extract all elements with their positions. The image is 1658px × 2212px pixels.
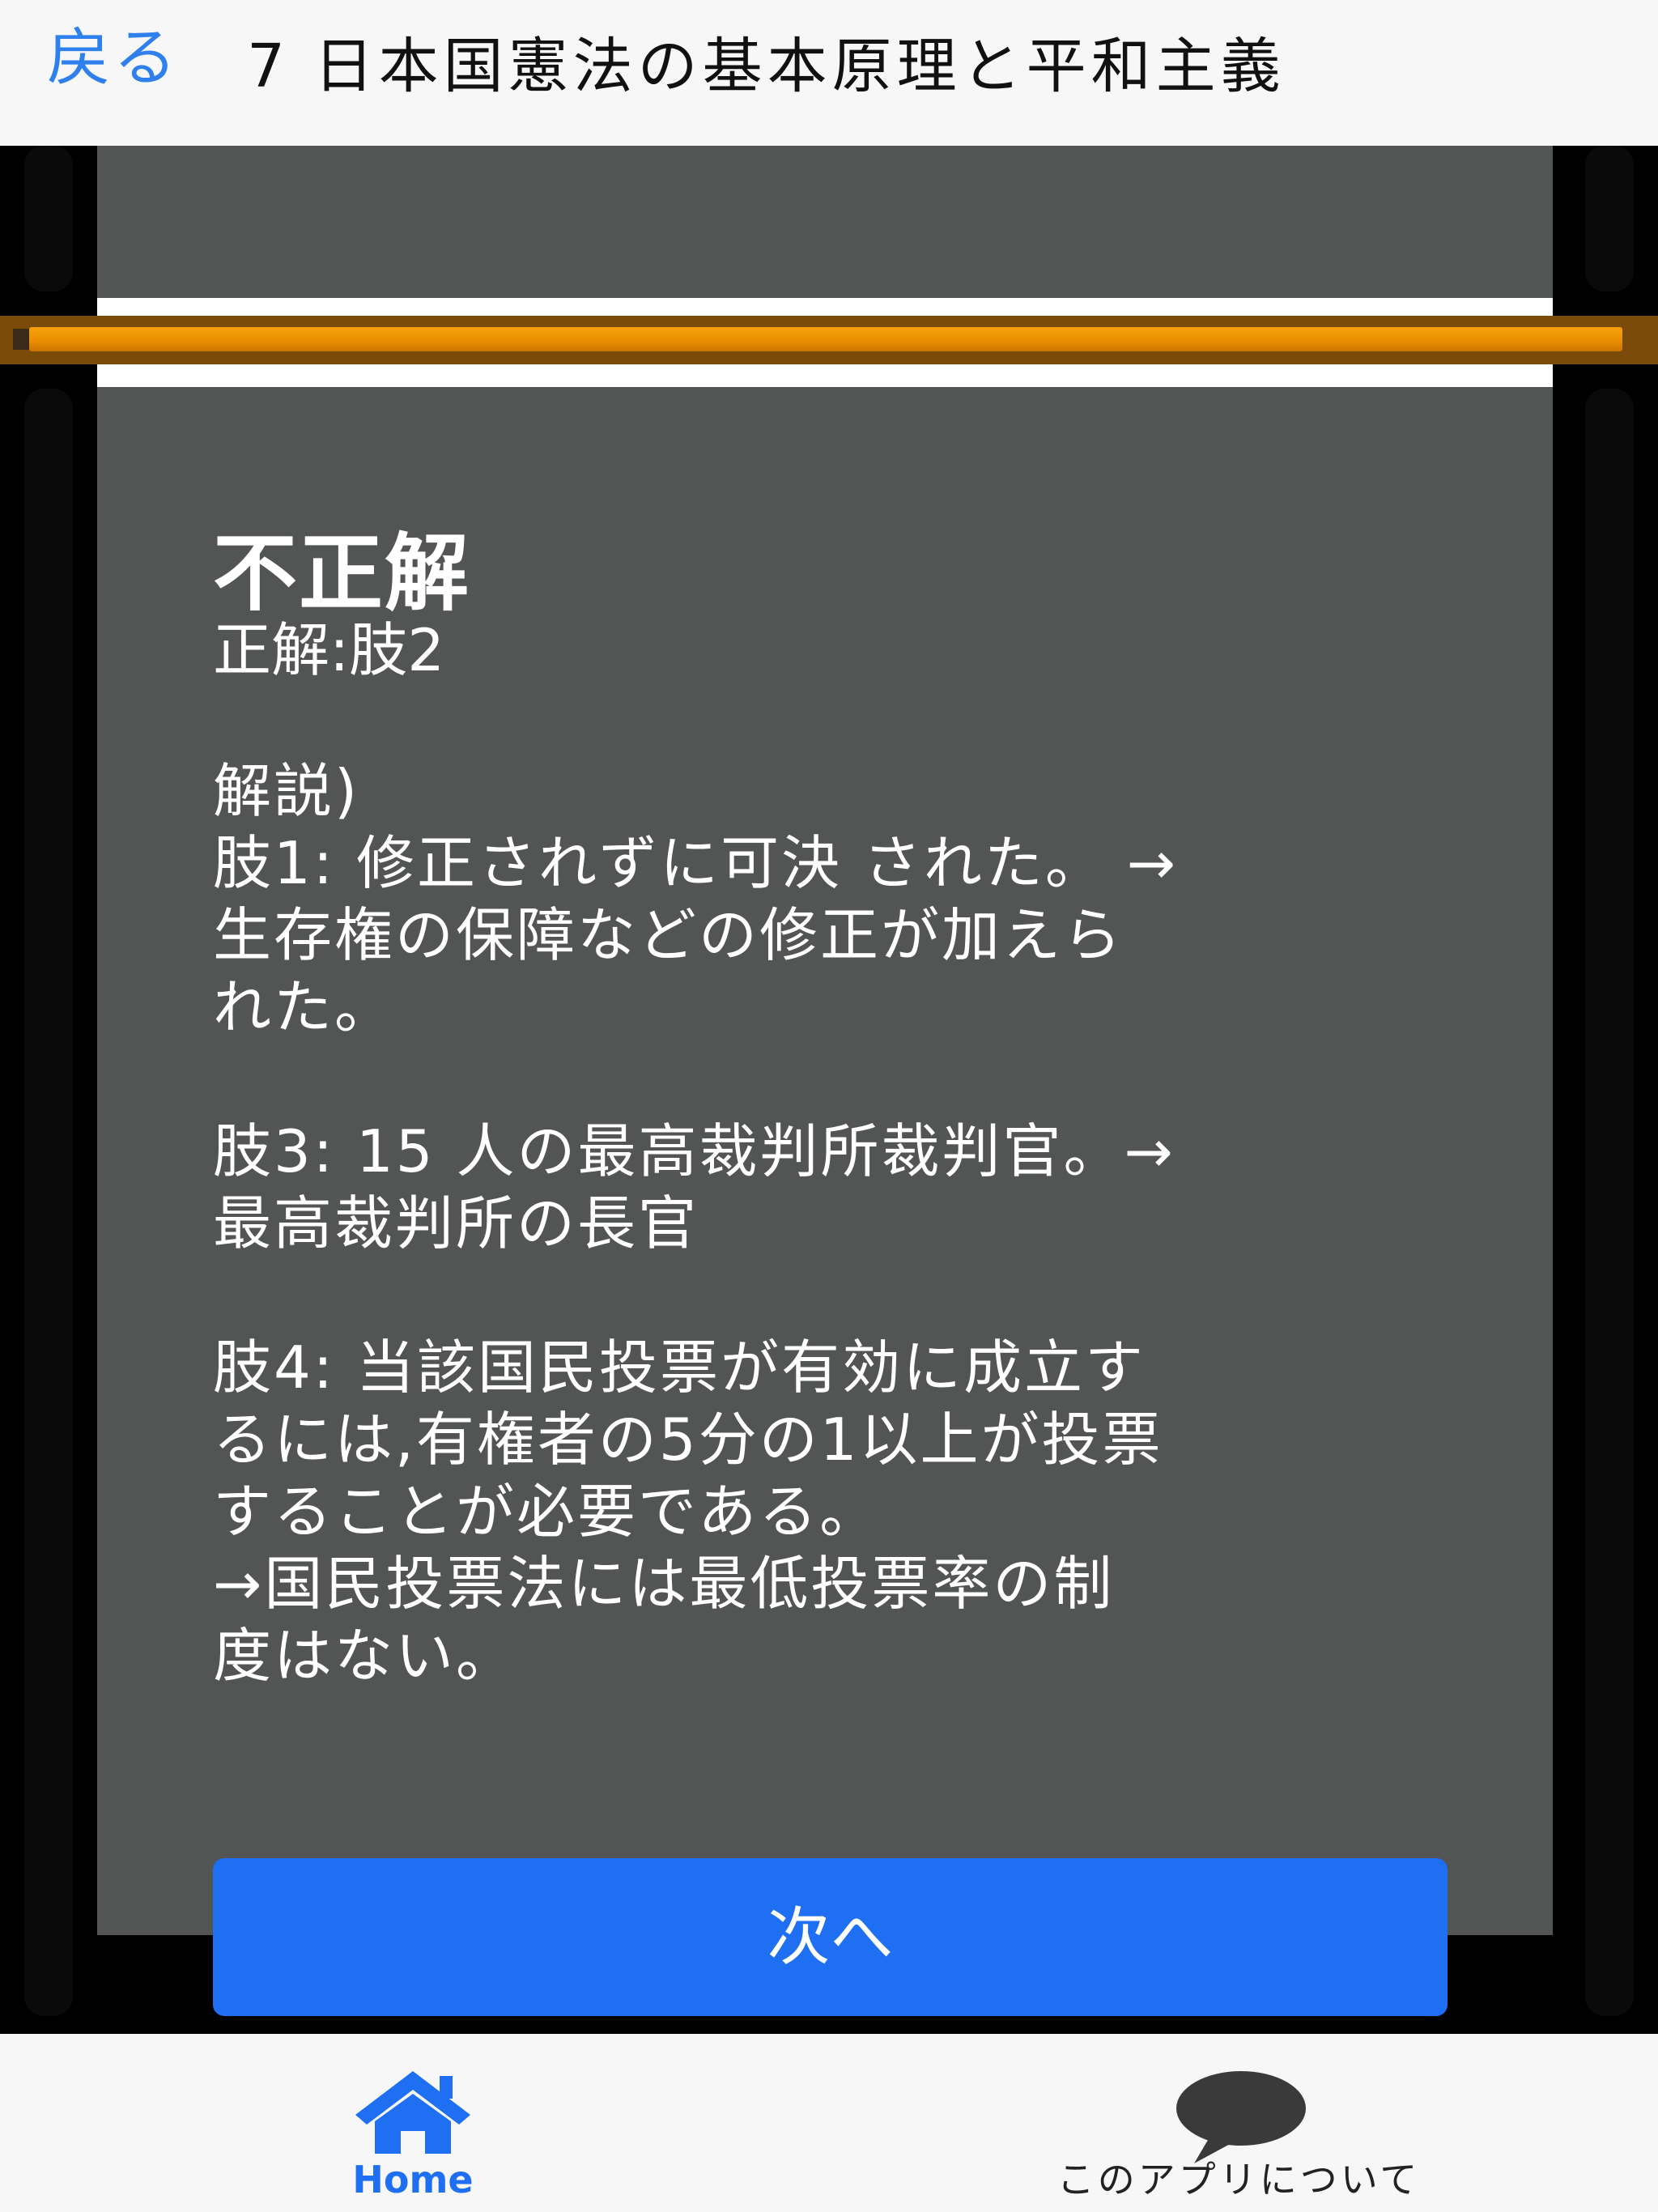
top-navigation-bar: 戻る 7 日本国憲法の基本原理と平和主義 <box>0 0 1658 146</box>
back-button[interactable]: 戻る <box>47 18 180 99</box>
speech-bubble-icon <box>1176 2071 1306 2163</box>
question-card-top <box>97 146 1553 298</box>
result-card: 不正解 正解:肢2 解説) 肢1: 修正されずに可決 された。 → 生存権の保障… <box>97 387 1553 2016</box>
result-heading: 不正解 <box>213 524 471 623</box>
side-panel <box>24 146 73 291</box>
correct-answer: 正解:肢2 <box>213 616 445 684</box>
progress-fill <box>29 327 1623 351</box>
tab-about-label: このアプリについて <box>1056 2158 1421 2201</box>
tab-home-label: Home <box>352 2158 474 2201</box>
progress-bar <box>0 316 1658 364</box>
side-panel <box>1585 146 1634 291</box>
divider <box>97 364 1553 387</box>
explanation-text: 解説) 肢1: 修正されずに可決 された。 → 生存権の保障などの修正が加えら … <box>213 757 1179 1690</box>
side-panel <box>1585 389 1634 2016</box>
next-button[interactable]: 次へ <box>213 1858 1448 2016</box>
page-title: 7 日本国憲法の基本原理と平和主義 <box>247 32 1286 101</box>
tab-about-app[interactable]: このアプリについて <box>1004 2034 1473 2212</box>
home-icon <box>355 2071 470 2154</box>
bottom-tab-bar: Home このアプリについて <box>0 2034 1658 2212</box>
progress-knob <box>13 329 31 350</box>
divider <box>97 298 1553 316</box>
quiz-stage: 不正解 正解:肢2 解説) 肢1: 修正されずに可決 された。 → 生存権の保障… <box>0 146 1658 2034</box>
side-panel <box>24 389 73 2016</box>
tab-home[interactable]: Home <box>300 2034 526 2212</box>
